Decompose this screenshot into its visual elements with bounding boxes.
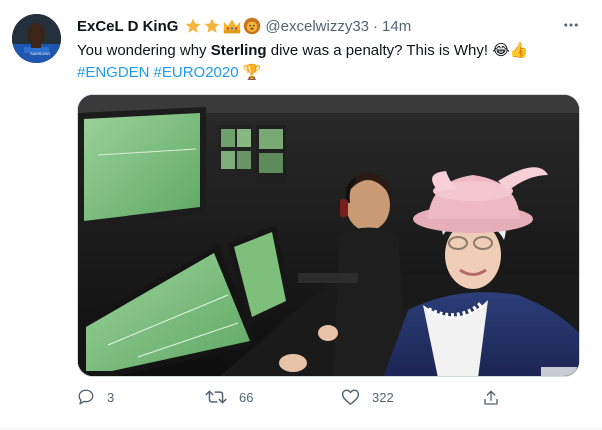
retweet-count: 66 — [239, 389, 254, 405]
hashtag-line: #ENGDEN #EURO2020 🏆 — [77, 62, 261, 84]
user-handle[interactable]: @excelwizzy33 — [265, 18, 369, 35]
hashtag-euro2020[interactable]: #EURO2020 — [154, 62, 239, 84]
heart-icon — [341, 389, 360, 405]
separator-dot: · — [373, 17, 379, 35]
share-button[interactable] — [482, 389, 500, 412]
trophy-emoji: 🏆 — [242, 64, 262, 81]
action-bar: 3 66 322 — [0, 388, 602, 412]
more-icon — [564, 23, 578, 27]
retweet-icon — [205, 390, 227, 404]
hashtag-engden[interactable]: #ENGDEN — [77, 62, 150, 84]
star-icon — [185, 18, 201, 33]
like-count: 322 — [372, 389, 394, 405]
timestamp[interactable]: 14m — [382, 18, 411, 35]
divider — [0, 428, 602, 429]
like-button[interactable]: 322 — [341, 388, 394, 406]
tweet-header: ExCeL D KinG @excelwizzy33 · 14m — [77, 15, 411, 37]
star-icon — [204, 18, 220, 33]
display-name[interactable]: ExCeL D KinG — [77, 18, 178, 35]
var-room-photo — [78, 95, 579, 376]
avatar-image: SAMSUNG — [12, 14, 61, 63]
avatar[interactable]: SAMSUNG — [12, 14, 61, 63]
retweet-button[interactable]: 66 — [205, 388, 253, 406]
tweet-text-part1: You wondering why — [77, 42, 211, 59]
tweet[interactable]: SAMSUNG ExCeL D KinG @excelwizzy33 · 14m… — [0, 0, 602, 430]
tweet-text-bold: Sterling — [210, 42, 267, 59]
tweet-emoji: 😂👍 — [492, 42, 529, 59]
reply-count: 3 — [107, 389, 115, 405]
tweet-media-image[interactable] — [77, 94, 580, 377]
reply-icon — [78, 389, 94, 405]
name-badges — [184, 17, 261, 35]
svg-text:SAMSUNG: SAMSUNG — [30, 51, 50, 56]
lion-icon — [244, 17, 261, 35]
crown-icon — [224, 19, 241, 34]
share-icon — [484, 390, 498, 405]
tweet-text-part2: dive was a penalty? This is Why! — [266, 42, 493, 59]
more-options-button[interactable] — [560, 14, 582, 36]
reply-button[interactable]: 3 — [77, 388, 114, 406]
tweet-text: You wondering why Sterling dive was a pe… — [77, 40, 577, 62]
